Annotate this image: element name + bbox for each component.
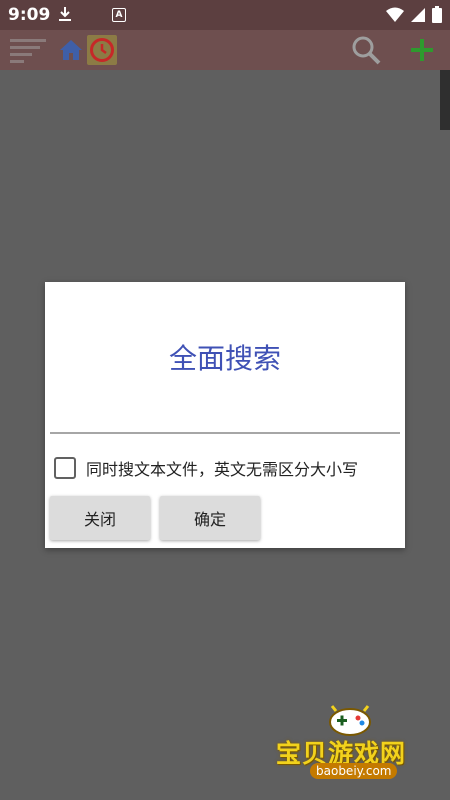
- home-icon[interactable]: [58, 34, 84, 66]
- watermark-url: baobeiy.com: [310, 763, 398, 779]
- close-button[interactable]: 关闭: [50, 496, 150, 540]
- case-checkbox-row[interactable]: 同时搜文本文件，英文无需区分大小写: [54, 455, 358, 481]
- a-icon: A: [112, 8, 126, 22]
- status-bar: 9:09 A: [0, 0, 450, 30]
- scrollbar[interactable]: [440, 70, 450, 130]
- download-icon: [58, 6, 72, 26]
- watermark: 宝贝游戏网 baobeiy.com: [270, 700, 430, 795]
- search-input[interactable]: [50, 400, 400, 434]
- search-icon[interactable]: [350, 34, 382, 66]
- gamepad-icon: [329, 705, 371, 736]
- toolbar: [0, 30, 450, 70]
- dialog-title: 全面搜索: [168, 342, 281, 375]
- history-clock-icon[interactable]: [87, 35, 117, 65]
- checkbox[interactable]: [54, 457, 76, 479]
- status-time: 9:09: [8, 5, 51, 25]
- search-dialog: 全面搜索 同时搜文本文件，英文无需区分大小写 关闭 确定: [45, 282, 405, 548]
- ok-button[interactable]: 确定: [160, 496, 260, 540]
- signal-icon: [410, 7, 426, 27]
- menu-icon[interactable]: [10, 34, 48, 66]
- checkbox-label: 同时搜文本文件，英文无需区分大小写: [86, 460, 359, 479]
- wifi-icon: [386, 7, 404, 27]
- battery-icon: [432, 6, 442, 27]
- status-icons: [386, 6, 442, 27]
- add-icon[interactable]: [409, 34, 435, 66]
